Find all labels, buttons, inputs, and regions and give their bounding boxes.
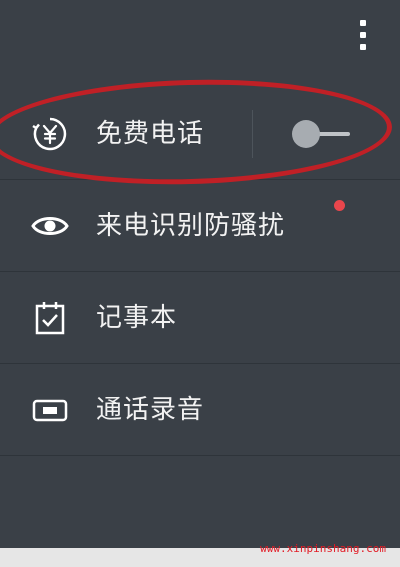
menu-item-free-call[interactable]: 免费电话: [0, 88, 400, 180]
eye-icon: [31, 217, 69, 235]
row-divider: [252, 110, 253, 158]
menu-item-label: 来电识别防骚扰: [96, 211, 286, 241]
record-icon: [32, 399, 68, 422]
notepad-icon: [35, 302, 65, 335]
toggle-knob: [292, 120, 320, 148]
free-call-toggle[interactable]: [292, 120, 350, 148]
menu-item-label: 通话录音: [96, 395, 205, 425]
menu-item-label: 记事本: [96, 303, 178, 333]
menu-item-notepad[interactable]: 记事本: [0, 272, 400, 364]
menu-panel: 免费电话 来电识别防骚扰 记事本 通话录音: [0, 0, 400, 548]
menu-item-caller-id[interactable]: 来电识别防骚扰: [0, 180, 400, 272]
more-options-icon[interactable]: [358, 20, 368, 62]
notification-dot: [334, 200, 345, 211]
yuan-refresh-icon: [32, 117, 67, 151]
menu-item-label: 免费电话: [96, 119, 205, 149]
menu-item-call-recording[interactable]: 通话录音: [0, 364, 400, 456]
watermark-text: www.xinpinshang.com: [260, 542, 386, 555]
